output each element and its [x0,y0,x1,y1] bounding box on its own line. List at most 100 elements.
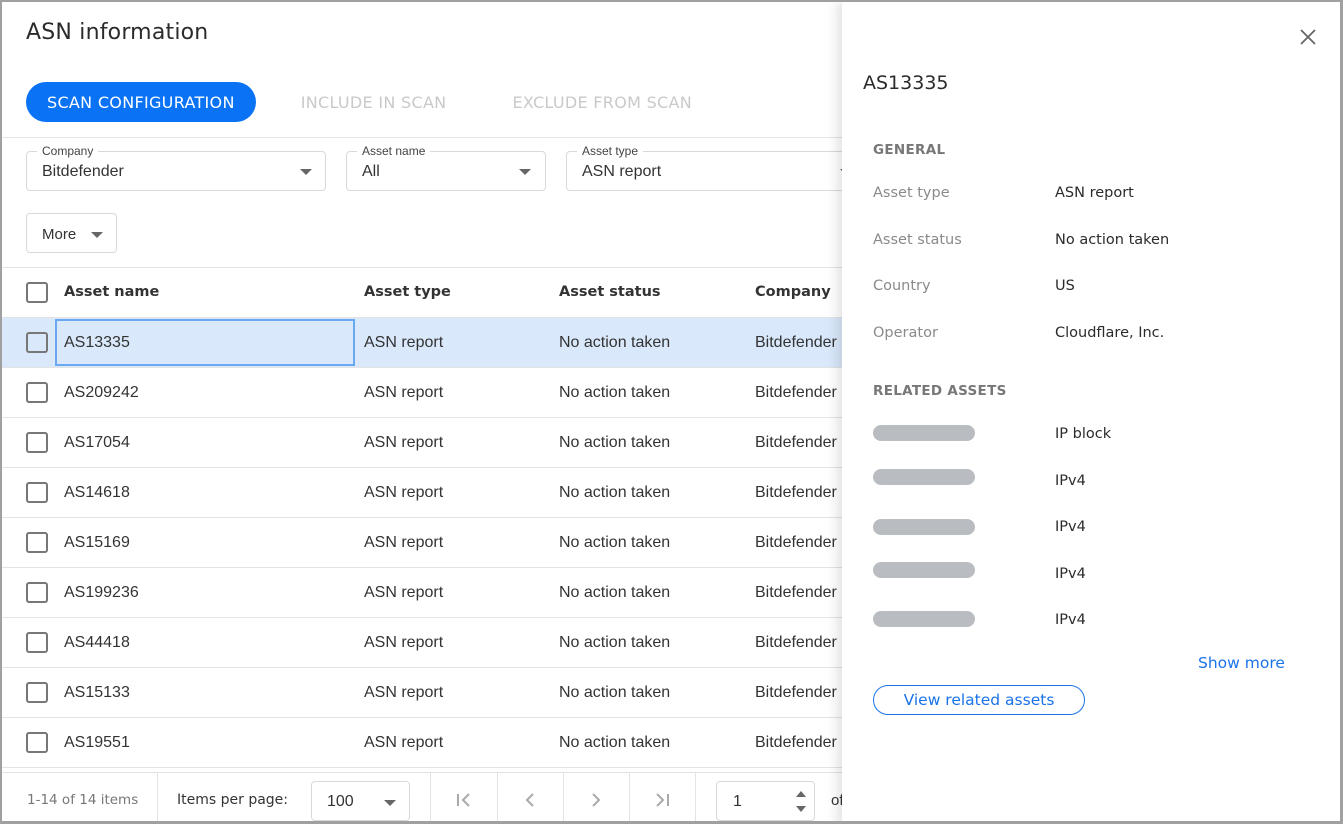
cell-asset-status: No action taken [559,384,671,401]
table-header-row: Asset name Asset type Asset status Compa… [2,268,842,318]
tab-scan-configuration[interactable]: SCAN CONFIGURATION [26,82,256,122]
increment-page-icon[interactable] [796,791,806,797]
related-asset-type: IPv4 [1055,519,1086,535]
cell-asset-name[interactable]: AS19551 [64,734,130,752]
page-number-input[interactable]: 1 [716,781,815,821]
items-per-page-label: Items per page: [177,792,289,808]
cell-company: Bitdefender [755,534,837,551]
related-asset-link-redacted[interactable] [873,469,975,485]
column-header-company[interactable]: Company [755,284,831,300]
related-asset-type: IPv4 [1055,473,1086,489]
next-page-button[interactable] [563,773,629,821]
general-section-heading: GENERAL [873,142,946,158]
tab-exclude-from-scan[interactable]: EXCLUDE FROM SCAN [491,82,713,122]
detail-value-country: US [1055,278,1075,294]
cell-asset-name[interactable]: AS13335 [64,334,130,352]
table-row[interactable]: AS14618 ASN report No action taken Bitdefen… [2,468,842,518]
table-row[interactable]: AS15169 ASN report No action taken Bitdefen… [2,518,842,568]
row-checkbox[interactable] [26,382,48,403]
chevron-down-icon [519,169,531,175]
cell-asset-status: No action taken [559,634,671,651]
row-checkbox[interactable] [26,432,48,453]
items-range-text: 1-14 of 14 items [27,792,139,808]
related-asset-link-redacted[interactable] [873,562,975,578]
cell-company: Bitdefender [755,684,837,701]
items-per-page-select[interactable]: 100 [311,781,410,821]
row-checkbox[interactable] [26,482,48,503]
cell-asset-status: No action taken [559,484,671,501]
table-row[interactable]: AS44418 ASN report No action taken Bitdefen… [2,618,842,668]
asset-name-filter-value: All [362,163,380,180]
asset-name-filter-label: Asset name [357,144,431,158]
detail-value-asset-status: No action taken [1055,232,1170,248]
related-asset-link-redacted[interactable] [873,425,975,441]
cell-asset-name[interactable]: AS199236 [64,584,139,602]
row-checkbox[interactable] [26,682,48,703]
table-row[interactable]: AS17054 ASN report No action taken Bitdefen… [2,418,842,468]
column-header-asset-type[interactable]: Asset type [364,284,451,300]
cell-asset-type: ASN report [364,534,444,551]
cell-asset-type: ASN report [364,634,444,651]
column-header-asset-name[interactable]: Asset name [64,284,159,300]
select-all-checkbox[interactable] [26,282,48,303]
tab-include-in-scan[interactable]: INCLUDE IN SCAN [280,82,468,122]
company-filter-value: Bitdefender [42,163,124,180]
main-content: ASN information SCAN CONFIGURATION INCLU… [2,2,866,821]
table-row[interactable]: AS199236 ASN report No action taken Bitdefe… [2,568,842,618]
cell-asset-type: ASN report [364,334,444,351]
asset-type-filter[interactable]: Asset type ASN report [566,144,866,191]
cell-asset-name[interactable]: AS15169 [64,534,130,552]
divider [157,773,158,821]
detail-label-country: Country [873,278,931,294]
tabs-divider [2,137,842,138]
decrement-page-icon[interactable] [796,806,806,812]
related-asset-link-redacted[interactable] [873,611,975,627]
asn-information-window: ASN information SCAN CONFIGURATION INCLU… [0,0,1343,824]
items-per-page-value: 100 [327,793,354,810]
detail-value-operator: Cloudflare, Inc. [1055,325,1165,341]
related-asset-type: IPv4 [1055,566,1086,582]
first-page-button[interactable] [431,773,497,821]
detail-label-asset-type: Asset type [873,185,950,201]
cell-asset-type: ASN report [364,384,444,401]
cell-asset-status: No action taken [559,734,671,751]
first-page-icon [457,793,470,807]
page-title: ASN information [26,20,209,45]
last-page-button[interactable] [629,773,695,821]
related-assets-heading: RELATED ASSETS [873,383,1007,399]
row-checkbox[interactable] [26,732,48,753]
cell-company: Bitdefender [755,434,837,451]
tab-bar: SCAN CONFIGURATION INCLUDE IN SCAN EXCLU… [26,82,737,122]
company-filter[interactable]: Company Bitdefender [26,144,326,191]
close-icon[interactable] [1299,28,1317,46]
related-asset-link-redacted[interactable] [873,519,975,535]
cell-company: Bitdefender [755,634,837,651]
cell-asset-name[interactable]: AS17054 [64,434,130,452]
cell-asset-status: No action taken [559,434,671,451]
previous-page-button[interactable] [497,773,563,821]
view-related-assets-button[interactable]: View related assets [873,685,1085,715]
table-row[interactable]: AS13335 ASN report No action taken Bitdefen… [2,318,842,368]
table-row[interactable]: AS19551 ASN report No action taken Bitdefen… [2,718,842,768]
company-filter-label: Company [37,144,99,158]
asset-type-filter-value: ASN report [582,163,662,180]
column-header-asset-status[interactable]: Asset status [559,284,661,300]
detail-value-asset-type: ASN report [1055,185,1134,201]
pagination-bar: 1-14 of 14 items Items per page: 100 1 o… [2,772,844,821]
cell-asset-name[interactable]: AS14618 [64,484,130,502]
cell-asset-status: No action taken [559,684,671,701]
cell-asset-name[interactable]: AS209242 [64,384,139,402]
row-checkbox[interactable] [26,632,48,653]
show-more-link[interactable]: Show more [1198,654,1285,672]
row-checkbox[interactable] [26,332,48,353]
table-row[interactable]: AS15133 ASN report No action taken Bitdefen… [2,668,842,718]
asset-name-filter[interactable]: Asset name All [346,144,546,191]
row-checkbox[interactable] [26,532,48,553]
row-checkbox[interactable] [26,582,48,603]
cell-asset-name[interactable]: AS15133 [64,684,130,702]
table-row[interactable]: AS209242 ASN report No action taken Bitdefe… [2,368,842,418]
related-asset-type: IPv4 [1055,612,1086,628]
cell-asset-name[interactable]: AS44418 [64,634,130,652]
cell-asset-type: ASN report [364,684,444,701]
more-filters-button[interactable]: More [26,213,117,253]
